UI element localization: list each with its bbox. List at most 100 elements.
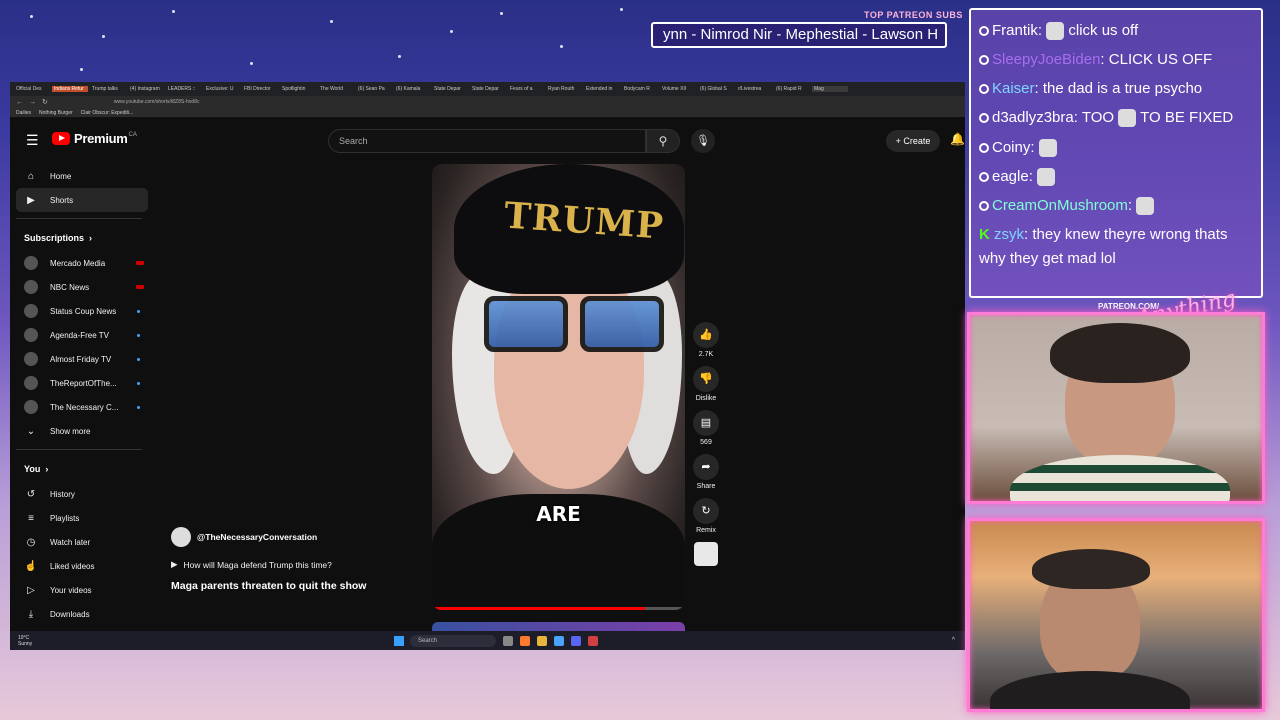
patreon-ticker: ynn - Nimrod Nir - Mephestial - Lawson H [651,22,947,48]
sidebar-item[interactable]: ▶ Shorts [16,188,148,212]
region-code: CA [128,131,137,138]
browser-tab[interactable]: FBI Director [242,86,278,92]
search-icon[interactable]: ⚲ [646,129,680,153]
sidebar-item[interactable]: ☝ Liked videos [10,554,150,578]
browser-tab[interactable]: Trump talks [90,86,126,92]
search-input[interactable]: Search [328,129,646,153]
shorts-video-player[interactable]: TRUMP ARE [432,164,685,610]
bookmark-item[interactable]: Dailies [16,110,31,116]
reload-icon[interactable]: ↻ [42,98,48,106]
microphone-icon[interactable]: 🎙 [691,129,715,153]
taskbar-search-input[interactable]: Search [410,634,496,647]
play-icon: ▶ [171,559,178,569]
youtube-logo[interactable]: Premium CA [52,131,137,146]
browser-tab[interactable]: State Depar [432,86,468,92]
hamburger-menu-icon[interactable]: ☰ [26,132,39,149]
channel-avatar [24,328,38,342]
browser-tab[interactable]: r/Livestrea [736,86,772,92]
stream-chat-overlay: Frantik: click us off SleepyJoeBiden: CLI… [969,8,1263,298]
sidebar-item-label: History [50,489,75,499]
subscription-item[interactable]: Agenda-Free TV [10,323,150,347]
sidebar-item[interactable]: ⌂ Home [10,164,150,188]
browser-tab[interactable]: Mag [812,86,848,92]
task-view-icon[interactable] [503,635,513,646]
bookmark-item[interactable]: Nothing Burger [39,110,73,116]
browser-tab[interactable]: Ryan Routh [546,86,582,92]
browser-tab[interactable]: Exclusive: U [204,86,240,92]
subscription-item[interactable]: TheReportOfThe... [10,371,150,395]
new-content-dot [137,357,140,361]
you-header[interactable]: You › [10,456,150,482]
browser-tab[interactable]: Indians Retur [52,86,88,92]
browser-tab[interactable]: (6) Global S [698,86,734,92]
subscriptions-header[interactable]: Subscriptions › [10,225,150,251]
browser-tab[interactable]: (4) Instagram [128,86,164,92]
sidebar-item[interactable]: ⤓ Downloads [10,602,150,626]
chat-emote [1118,109,1137,128]
system-tray[interactable]: ^ [952,637,955,644]
notifications-bell-icon[interactable]: 🔔 [950,132,965,146]
discord-icon[interactable] [571,635,581,646]
channel-avatar [24,256,38,270]
channel-thumbnail[interactable] [694,542,718,566]
channel-avatar[interactable] [171,527,191,547]
dislike-icon[interactable]: 👎 [693,366,719,392]
browser-tab[interactable]: (6) Rapid R [774,86,810,92]
back-icon[interactable]: ← [16,99,23,106]
guest-hair [1032,549,1150,589]
guest-shirt [990,671,1190,709]
subscription-item[interactable]: Almost Friday TV [10,347,150,371]
comment-icon[interactable]: ▤ [693,410,719,436]
subscription-item[interactable]: The Necessary C... [10,395,150,419]
browser-tab[interactable]: (6) Sean Pa [356,86,392,92]
video-progress-bar[interactable] [432,607,685,610]
sidebar-item[interactable]: ◷ Watch later [10,530,150,554]
share-icon[interactable]: ➦ [693,454,719,480]
browser-tab[interactable]: The World [318,86,354,92]
browser-tab[interactable]: Bodycam R [622,86,658,92]
remix-icon[interactable]: ↻ [693,498,719,524]
browser-tab[interactable]: Spotlightin [280,86,316,92]
chat-message: Coiny: [979,133,1253,162]
browser-tab[interactable]: (6) Kamala [394,86,430,92]
short-tagline[interactable]: ▶ How will Maga defend Trump this time? [171,559,421,570]
chat-badge-icon [979,143,989,154]
channel-row[interactable]: @TheNecessaryConversation [171,527,421,547]
sidebar-item[interactable]: ▷ Your videos [10,578,150,602]
windows-start-icon[interactable] [394,635,404,646]
show-more-button[interactable]: ⌄ Show more [10,419,150,443]
subscription-item[interactable]: Status Coup News [10,299,150,323]
browser-tab[interactable]: LEADERS :: [166,86,202,92]
webcam-2 [967,518,1265,712]
like-count: 2.7K [698,351,714,358]
browser-tab[interactable]: Volume XII [660,86,696,92]
history-icon: ↺ [26,488,36,500]
browser-tab[interactable]: State Depar [470,86,506,92]
top-patreon-subs-label: TOP PATREON SUBS [864,10,963,20]
firefox-icon[interactable] [520,635,530,646]
browser-tab[interactable]: Extended in [584,86,620,92]
short-metadata: @TheNecessaryConversation ▶ How will Mag… [171,527,421,592]
channel-handle[interactable]: @TheNecessaryConversation [197,532,317,542]
chat-badge-icon [979,172,989,183]
obs-icon[interactable] [588,635,598,646]
browser-tab[interactable]: Fears of a [508,86,544,92]
sidebar-item[interactable]: ↺ History [10,482,150,506]
weather-widget[interactable]: 19°C Sunny [18,635,48,647]
browser-tab[interactable]: Official Des [14,86,50,92]
like-icon[interactable]: 👍 [693,322,719,348]
bookmark-item[interactable]: Clair Obscur: Expediti... [81,110,134,116]
steam-icon[interactable] [554,635,564,646]
subscription-item[interactable]: Mercado Media [10,251,150,275]
sidebar-item[interactable]: ≡ Playlists [10,506,150,530]
subscription-item[interactable]: NBC News [10,275,150,299]
chat-message: Kaiser: the dad is a true psycho [979,74,1253,103]
file-explorer-icon[interactable] [537,635,547,646]
forward-icon[interactable]: → [29,99,36,106]
url-field[interactable]: www.youtube.com/shorts/t8Z8S-hod8c [114,99,200,105]
create-button[interactable]: + Create [886,130,940,152]
chat-text: click us off [1068,22,1139,39]
chat-username: SleepyJoeBiden [992,51,1101,68]
streamer-sweater [1010,455,1230,501]
chat-badge-icon [979,113,989,124]
